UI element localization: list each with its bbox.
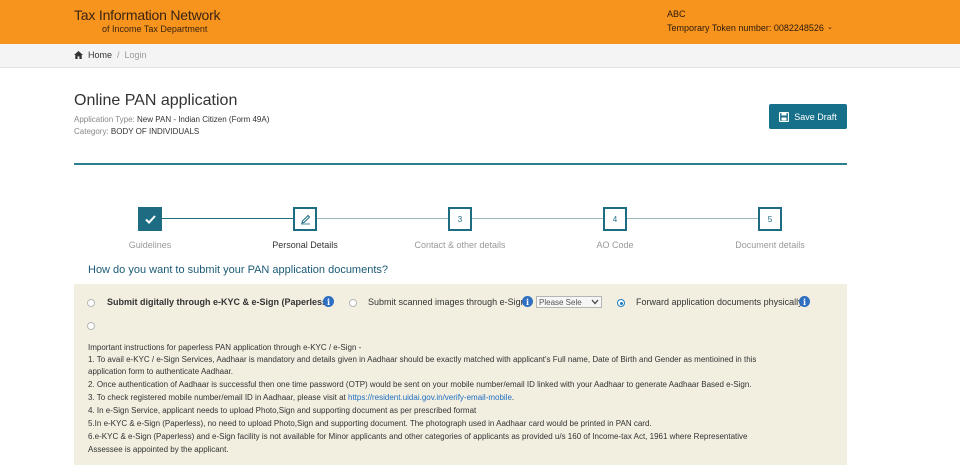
brand-title: Tax Information Network <box>74 7 221 23</box>
stepper-connector <box>162 218 293 219</box>
radio-forward-physically[interactable] <box>617 299 625 307</box>
step-document-details[interactable]: 5 <box>758 207 782 231</box>
floppy-disk-icon <box>779 111 790 122</box>
save-draft-label: Save Draft <box>794 111 837 122</box>
radio-ekyc-esign[interactable] <box>87 299 95 307</box>
step-label-ao-code: AO Code <box>596 240 634 250</box>
user-menu[interactable]: ABC Temporary Token number: 0082248526 ⌄ <box>667 8 833 34</box>
radio-extra-option[interactable] <box>87 322 95 330</box>
user-name: ABC <box>667 9 686 19</box>
category: Category: BODY OF INDIVIDUALS <box>74 127 199 136</box>
step-label-personal-details: Personal Details <box>272 240 338 250</box>
esign-method-select[interactable]: Please Sele <box>536 296 602 308</box>
check-icon <box>144 214 156 224</box>
stepper-connector <box>317 218 448 219</box>
submission-question: How do you want to submit your PAN appli… <box>88 264 389 276</box>
info-icon[interactable]: i <box>522 296 533 307</box>
step-personal-details[interactable] <box>293 207 317 231</box>
application-type-label: Application Type: <box>74 115 135 124</box>
instruction-item-text: 3. To check registered mobile number/ema… <box>88 393 346 402</box>
application-type: Application Type: New PAN - Indian Citiz… <box>74 115 269 124</box>
breadcrumb-bar: Home / Login <box>0 44 960 68</box>
home-icon[interactable] <box>74 51 83 59</box>
radio-scanned-esign[interactable] <box>349 299 357 307</box>
page-title: Online PAN application <box>74 92 238 109</box>
info-icon[interactable]: i <box>799 296 810 307</box>
instruction-item: 3. To check registered mobile number/ema… <box>88 393 828 403</box>
option-ekyc-esign-label[interactable]: Submit digitally through e-KYC & e-Sign … <box>107 297 330 307</box>
breadcrumb-home[interactable]: Home <box>88 50 112 60</box>
option-scanned-esign-label[interactable]: Submit scanned images through e-Sign <box>368 297 526 307</box>
top-header-bar: Tax Information Network of Income Tax De… <box>0 0 960 44</box>
stepper-connector <box>627 218 758 219</box>
option-forward-physically-label[interactable]: Forward application documents physically <box>636 297 803 307</box>
step-guidelines[interactable] <box>138 207 162 231</box>
info-icon[interactable]: i <box>323 296 334 307</box>
breadcrumb: Home / Login <box>74 50 147 60</box>
step-label-document-details: Document details <box>735 240 805 250</box>
breadcrumb-current: Login <box>124 50 147 60</box>
header-divider <box>74 163 847 165</box>
application-type-value: New PAN - Indian Citizen (Form 49A) <box>137 115 270 124</box>
instruction-item: 5.In e-KYC & e-Sign (Paperless), no need… <box>88 419 652 428</box>
uidai-verify-link[interactable]: https://resident.uidai.gov.in/verify-ema… <box>348 393 512 402</box>
category-label: Category: <box>74 127 109 136</box>
instruction-link-suffix: . <box>511 393 515 402</box>
chevron-down-icon: ⌄ <box>826 24 833 31</box>
token-dropdown[interactable]: Temporary Token number: 0082248526 ⌄ <box>667 22 833 34</box>
category-value: BODY OF INDIVIDUALS <box>110 127 200 136</box>
chevron-down-icon <box>591 299 599 305</box>
brand-subtitle: of Income Tax Department <box>102 24 208 34</box>
save-draft-button[interactable]: Save Draft <box>769 104 847 129</box>
instructions-heading: Important instructions for paperless PAN… <box>88 343 362 352</box>
step-label-guidelines: Guidelines <box>128 240 172 250</box>
instruction-item: 6.e-KYC & e-Sign (Paperless) and e-Sign … <box>88 432 748 441</box>
breadcrumb-separator: / <box>117 50 120 60</box>
token-label: Temporary Token number: 0082248526 <box>667 23 824 33</box>
instruction-item: 4. In e-Sign Service, applicant needs to… <box>88 406 477 415</box>
brand-logo[interactable]: Tax Information Network of Income Tax De… <box>74 7 221 35</box>
instruction-item: 1. To avail e-KYC / e-Sign Services, Aad… <box>88 355 757 364</box>
stepper-connector <box>472 218 603 219</box>
step-contact-details[interactable]: 3 <box>448 207 472 231</box>
instruction-item: 2. Once authentication of Aadhaar is suc… <box>88 380 752 389</box>
pencil-icon <box>300 214 310 224</box>
step-ao-code[interactable]: 4 <box>603 207 627 231</box>
step-label-contact-details: Contact & other details <box>414 240 506 250</box>
esign-method-select-value: Please Sele <box>539 297 582 307</box>
instruction-item: Assessee is appointed by the applicant. <box>88 445 229 454</box>
instruction-item: application form to authenticate Aadhaar… <box>88 367 233 376</box>
